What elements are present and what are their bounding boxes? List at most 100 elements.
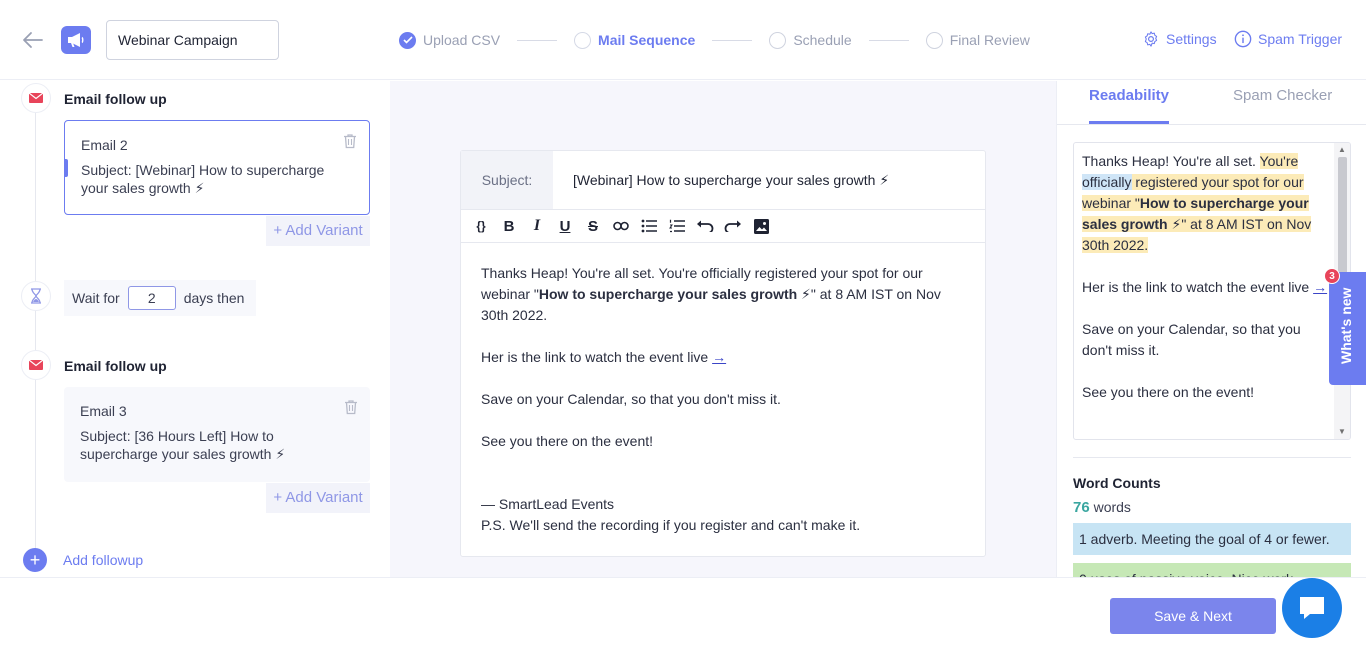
words-label: words: [1093, 499, 1131, 515]
email-subject: Subject: [36 Hours Left] How to supercha…: [80, 428, 286, 462]
divider: [1073, 457, 1351, 458]
image-icon[interactable]: [747, 212, 775, 240]
scroll-up-arrow-icon[interactable]: ▲: [1338, 145, 1346, 154]
check-icon: [399, 31, 416, 49]
preview-segment: See you there on the event!: [1082, 384, 1255, 400]
signature: — SmartLead Events: [481, 496, 615, 512]
readability-preview[interactable]: Thanks Heap! You're all set. You're offic…: [1073, 142, 1351, 440]
email-name: Email 2: [81, 137, 128, 153]
postscript: P.S. We'll send the recording if you reg…: [481, 517, 861, 533]
numbered-list-icon[interactable]: [663, 212, 691, 240]
envelope-icon: [21, 350, 51, 380]
step-connector: [712, 39, 753, 41]
step-connector: [517, 39, 558, 41]
highlight-adverb: officially: [1082, 174, 1132, 190]
settings-label: Settings: [1166, 31, 1217, 47]
step-schedule[interactable]: Schedule: [769, 31, 852, 49]
envelope-icon: [21, 83, 51, 113]
email-card-3[interactable]: Email 3 Subject: [36 Hours Left] How to …: [64, 387, 370, 482]
spam-trigger-label: Spam Trigger: [1258, 31, 1343, 47]
analysis-panel: Readability Spam Checker Thanks Heap! Yo…: [1056, 81, 1366, 577]
step-connector: [868, 39, 909, 41]
redo-icon[interactable]: [719, 212, 747, 240]
preview-text: Thanks Heap! You're all set. You're offic…: [1082, 151, 1332, 403]
email-subject: Subject: [Webinar] How to supercharge yo…: [81, 162, 325, 196]
settings-link[interactable]: Settings: [1142, 30, 1217, 48]
wait-delay: Wait for days then: [64, 280, 256, 316]
step-circle-icon: [574, 31, 592, 49]
italic-icon[interactable]: I: [523, 212, 551, 240]
webinar-title-bold: How to supercharge your sales growth ⚡: [538, 286, 811, 302]
add-variant-button[interactable]: + Add Variant: [266, 216, 370, 246]
save-next-button[interactable]: Save & Next: [1110, 598, 1276, 634]
step-mail-sequence[interactable]: Mail Sequence: [574, 31, 696, 49]
info-icon: [1234, 30, 1252, 48]
tab-readability[interactable]: Readability: [1089, 87, 1169, 104]
preview-link[interactable]: →: [1313, 279, 1327, 295]
step-label: Schedule: [793, 32, 852, 48]
body-paragraph: Her is the link to watch the event live …: [481, 347, 965, 368]
selected-marker: [64, 159, 68, 177]
highlight-hard-sentence: You're: [1259, 153, 1299, 169]
undo-icon[interactable]: [691, 212, 719, 240]
step-upload-csv[interactable]: Upload CSV: [399, 31, 501, 49]
email-name: Email 3: [80, 403, 127, 419]
email-editor: Subject: [Webinar] How to supercharge yo…: [460, 150, 986, 557]
trash-icon[interactable]: [344, 399, 358, 415]
scroll-down-arrow-icon[interactable]: ▼: [1338, 427, 1346, 436]
tab-spam-checker[interactable]: Spam Checker: [1233, 87, 1332, 104]
bold-icon[interactable]: B: [495, 212, 523, 240]
body-paragraph: See you there on the event!: [481, 433, 654, 449]
footer-bar: Save & Next: [0, 577, 1366, 657]
word-counts-title: Word Counts: [1073, 475, 1161, 491]
add-variant-button[interactable]: + Add Variant: [266, 483, 370, 513]
editor-toolbar: {} B I U S: [461, 210, 985, 243]
stepper: Upload CSV Mail Sequence Schedule Final …: [399, 30, 1030, 50]
preview-segment: Thanks Heap! You're all set.: [1082, 153, 1260, 169]
wait-prefix: Wait for: [72, 290, 120, 306]
trash-icon[interactable]: [343, 133, 357, 149]
notification-badge: 3: [1324, 268, 1340, 284]
chat-bubble-icon[interactable]: [1282, 578, 1342, 638]
adverb-tip: 1 adverb. Meeting the goal of 4 or fewer…: [1073, 523, 1351, 555]
hourglass-icon: [21, 281, 51, 311]
plus-icon: +: [23, 548, 47, 572]
add-followup-label: Add followup: [63, 552, 144, 568]
gear-icon: [1144, 31, 1158, 47]
sequence-panel: Email follow up Email 2 Subject: [Webina…: [0, 81, 390, 577]
strikethrough-icon[interactable]: S: [579, 212, 607, 240]
email-card-2[interactable]: Email 2 Subject: [Webinar] How to superc…: [64, 120, 370, 215]
bullet-list-icon[interactable]: [635, 212, 663, 240]
whats-new-label: What's new: [1338, 287, 1354, 364]
add-followup-button[interactable]: + Add followup: [23, 548, 143, 572]
active-tab-indicator: [1089, 121, 1169, 124]
section-title: Email follow up: [64, 91, 167, 107]
whats-new-tab[interactable]: What's new: [1329, 272, 1366, 385]
link-icon[interactable]: [607, 212, 635, 240]
campaign-name-input[interactable]: [106, 20, 279, 60]
preview-segment: Her is the link to watch the event live: [1082, 279, 1314, 295]
wait-days-input[interactable]: [127, 286, 176, 310]
spam-trigger-link[interactable]: Spam Trigger: [1234, 30, 1342, 48]
step-circle-icon: [925, 31, 943, 49]
subject-input[interactable]: [Webinar] How to supercharge your sales …: [553, 151, 985, 209]
body-text-segment: Her is the link to watch the event live: [481, 349, 713, 365]
code-braces-icon[interactable]: {}: [467, 212, 495, 240]
back-arrow-icon[interactable]: [20, 28, 46, 52]
step-final-review[interactable]: Final Review: [925, 31, 1030, 49]
megaphone-icon: [61, 26, 91, 54]
timeline-line: [35, 91, 36, 561]
step-label: Final Review: [949, 32, 1030, 48]
editor-area: Subject: [Webinar] How to supercharge yo…: [390, 81, 1056, 577]
step-label: Upload CSV: [423, 32, 501, 48]
passive-voice-tip: 0 uses of passive voice. Nice work.: [1073, 563, 1351, 577]
step-circle-icon: [769, 31, 787, 49]
event-link[interactable]: →: [712, 349, 726, 365]
scrollbar-thumb[interactable]: [1338, 157, 1347, 285]
email-body[interactable]: Thanks Heap! You're all set. You're offi…: [461, 243, 985, 556]
underline-icon[interactable]: U: [551, 212, 579, 240]
body-paragraph: Save on your Calendar, so that you don't…: [481, 391, 781, 407]
subject-row: Subject: [Webinar] How to supercharge yo…: [461, 151, 985, 210]
word-count: 76 words: [1073, 499, 1131, 516]
step-label: Mail Sequence: [598, 32, 696, 48]
